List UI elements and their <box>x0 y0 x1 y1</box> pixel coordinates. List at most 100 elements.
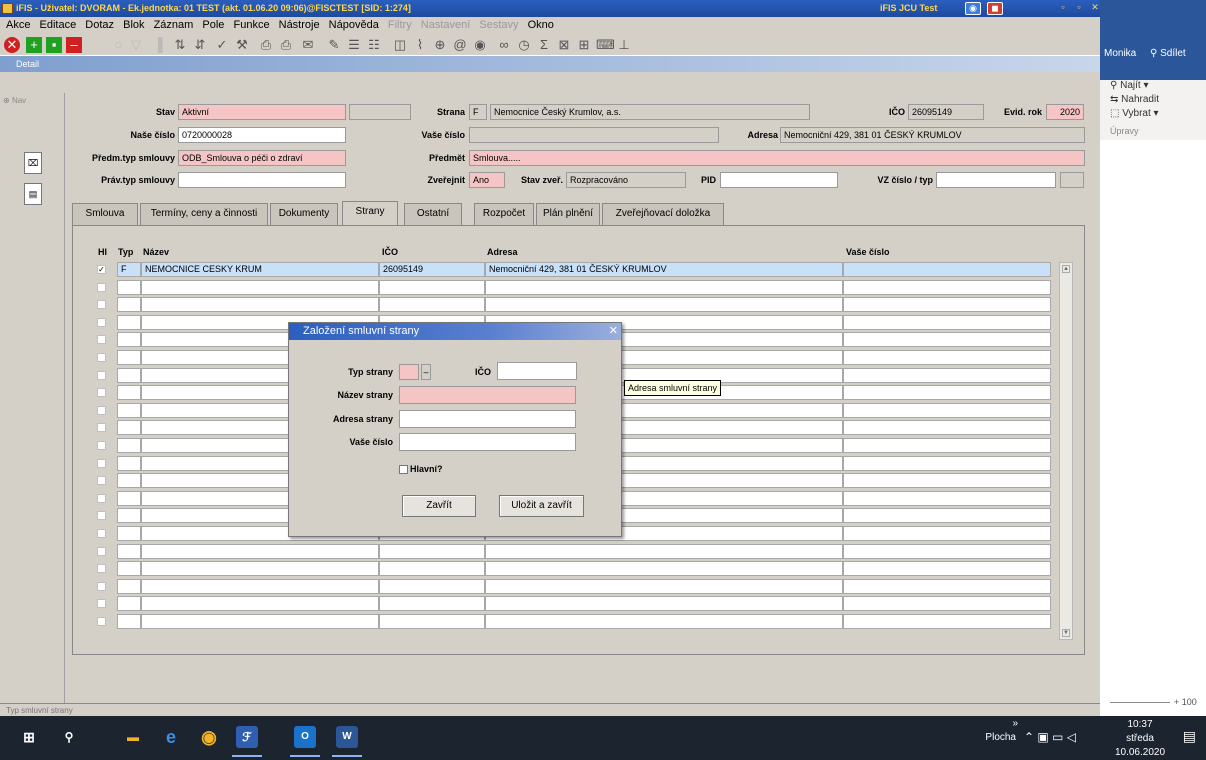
hl-cell[interactable] <box>97 473 117 488</box>
menu-pole[interactable]: Pole <box>202 19 224 31</box>
office-user[interactable]: Monika <box>1104 48 1136 59</box>
adresa-cell[interactable] <box>485 578 843 594</box>
typ-cell[interactable] <box>117 279 141 295</box>
hlavni-checkbox[interactable] <box>97 564 106 574</box>
dlg-close-button[interactable]: Zavřít <box>402 495 476 517</box>
exit-icon[interactable]: ✕ <box>4 37 20 53</box>
sort-asc-icon[interactable]: ⇅ <box>172 37 188 53</box>
hl-cell[interactable] <box>97 280 117 295</box>
hlavni-checkbox[interactable] <box>97 511 106 521</box>
vz-typ-field[interactable] <box>1060 172 1084 188</box>
typ-cell[interactable] <box>117 614 141 629</box>
ico-cell[interactable] <box>379 297 485 313</box>
tab-dokumenty[interactable]: Dokumenty <box>270 203 338 225</box>
nav-label[interactable]: ⊕ Nav <box>3 96 26 105</box>
hl-cell[interactable] <box>97 508 117 523</box>
hl-cell[interactable] <box>97 561 117 576</box>
clock-time[interactable]: 10:37 <box>1112 719 1168 730</box>
hlavni-checkbox[interactable] <box>97 388 106 398</box>
globe-icon[interactable]: ⊕ <box>432 37 448 53</box>
vase-cislo-field[interactable] <box>469 127 719 143</box>
edit-icon[interactable]: ✎ <box>326 37 342 53</box>
hlavni-checkbox[interactable] <box>97 581 106 591</box>
hlavni-checkbox[interactable] <box>97 617 106 626</box>
hlavni-checkbox[interactable]: ✓ <box>97 265 106 274</box>
menu-akce[interactable]: Akce <box>6 19 30 31</box>
zverejnit-field[interactable]: Ano <box>469 172 505 188</box>
typ-cell[interactable] <box>117 578 141 594</box>
hl-cell[interactable] <box>97 526 117 541</box>
notifications-icon[interactable]: ▤ <box>1183 728 1196 745</box>
dlg-vase-field[interactable] <box>399 433 576 451</box>
zoom-slider[interactable] <box>1110 702 1170 703</box>
vase-cislo-cell[interactable] <box>843 420 1051 436</box>
nazev-cell[interactable] <box>141 596 379 612</box>
typ-cell[interactable] <box>117 332 141 348</box>
minimize-icon[interactable]: ▫ <box>1055 2 1071 15</box>
mail-icon[interactable]: ✉ <box>300 37 316 53</box>
hlavni-checkbox[interactable] <box>97 476 106 486</box>
vase-cislo-cell[interactable] <box>843 508 1051 524</box>
explorer-icon[interactable]: ▬ <box>122 726 144 748</box>
adresa-field[interactable]: Nemocniční 429, 381 01 ČESKÝ KRUMLOV <box>780 127 1085 143</box>
typ-cell[interactable] <box>117 561 141 577</box>
typ-cell[interactable] <box>117 508 141 524</box>
at-icon[interactable]: @ <box>452 37 468 53</box>
excel-icon[interactable]: ⊠ <box>556 37 572 53</box>
help-icon[interactable]: ◉ <box>965 2 981 15</box>
stav-field[interactable]: Aktivní <box>178 104 346 120</box>
vase-cislo-cell[interactable] <box>843 297 1051 313</box>
nazev-cell[interactable] <box>141 279 379 295</box>
typ-cell[interactable] <box>117 367 141 383</box>
hl-cell[interactable] <box>97 403 117 418</box>
menu-dotaz[interactable]: Dotaz <box>85 19 114 31</box>
delete-icon[interactable]: – <box>66 37 82 53</box>
search-icon[interactable]: ⚲ <box>58 726 80 748</box>
nazev-cell[interactable]: NEMOCNICE CESKY KRUM <box>141 262 379 277</box>
vase-cislo-cell[interactable] <box>843 402 1051 418</box>
outlook-icon[interactable]: O <box>290 726 320 757</box>
maximize-icon[interactable]: ▫ <box>1071 2 1087 15</box>
vase-cislo-cell[interactable] <box>843 526 1051 541</box>
typ-cell[interactable] <box>117 543 141 559</box>
menu-blok[interactable]: Blok <box>123 19 144 31</box>
word-icon[interactable]: ⊞ <box>576 37 592 53</box>
typ-cell[interactable] <box>117 596 141 612</box>
vase-cislo-cell[interactable] <box>843 596 1051 612</box>
tab-ostatni[interactable]: Ostatní <box>404 203 462 225</box>
adresa-cell[interactable]: Nemocniční 429, 381 01 ČESKÝ KRUMLOV <box>485 262 843 277</box>
vase-cislo-cell[interactable] <box>843 473 1051 489</box>
typ-cell[interactable] <box>117 490 141 506</box>
prav-typ-field[interactable] <box>178 172 346 188</box>
vase-cislo-cell[interactable] <box>843 438 1051 453</box>
adresa-cell[interactable] <box>485 596 843 612</box>
dlg-hlavni-checkbox[interactable] <box>399 465 408 474</box>
ico-cell[interactable] <box>379 614 485 629</box>
ico-cell[interactable] <box>379 279 485 295</box>
hlavni-checkbox[interactable] <box>97 441 106 450</box>
list-icon[interactable]: ☰ <box>346 37 362 53</box>
list2-icon[interactable]: ☷ <box>366 37 382 53</box>
ico-field[interactable]: 26095149 <box>908 104 984 120</box>
print-preview-icon[interactable]: ⎙ <box>278 37 294 53</box>
adresa-cell[interactable] <box>485 279 843 295</box>
menu-nastroje[interactable]: Nástroje <box>279 19 320 31</box>
hlavni-checkbox[interactable] <box>97 529 106 538</box>
dlg-nazev-field[interactable] <box>399 386 576 404</box>
tab-smlouva[interactable]: Smlouva <box>72 203 138 225</box>
stav-zver-field[interactable]: Rozpracováno <box>566 172 686 188</box>
nazev-cell[interactable] <box>141 561 379 577</box>
hl-cell[interactable] <box>97 438 117 453</box>
typ-cell[interactable] <box>117 350 141 365</box>
window-icon[interactable]: ◫ <box>392 37 408 53</box>
ico-cell[interactable] <box>379 596 485 612</box>
keyboard-icon[interactable]: ⌨ <box>596 37 615 53</box>
find-button[interactable]: ⚲ Najít ▾ <box>1110 80 1148 91</box>
word-icon-taskbar[interactable]: W <box>332 726 362 757</box>
sum-icon[interactable]: Σ <box>536 37 552 53</box>
evid-rok-field[interactable]: 2020 <box>1046 104 1084 120</box>
tray-icons[interactable]: ⌃ ▣ ▭ ◁ <box>1024 730 1106 744</box>
vase-cislo-cell[interactable] <box>843 350 1051 365</box>
vase-cislo-cell[interactable] <box>843 367 1051 383</box>
vase-cislo-cell[interactable] <box>843 561 1051 577</box>
